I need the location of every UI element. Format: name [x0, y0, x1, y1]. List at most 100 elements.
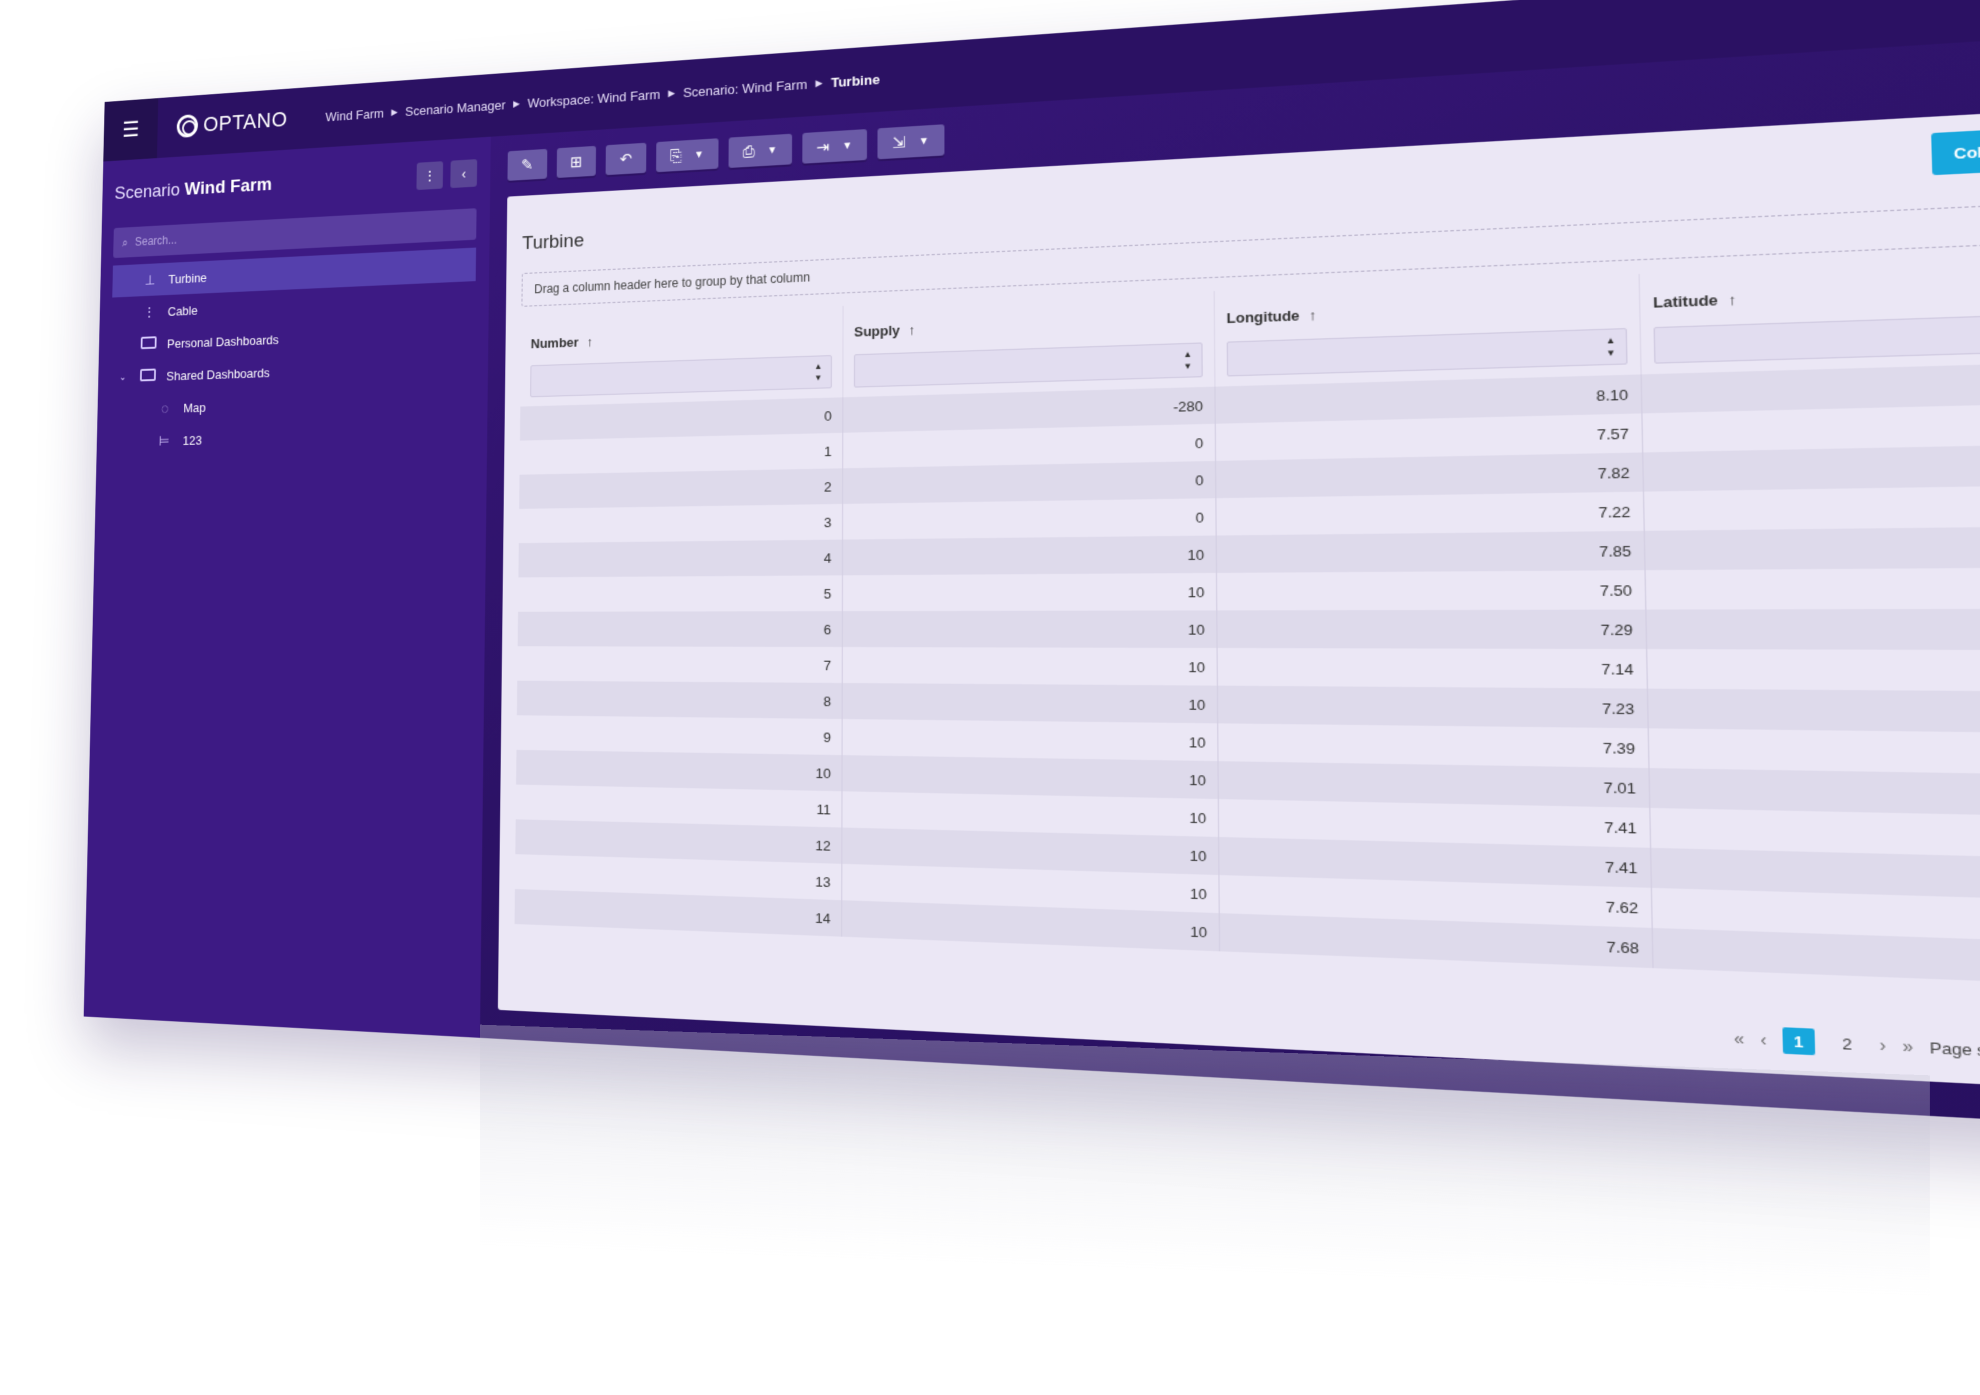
table-cell[interactable]: 55.49: [1648, 689, 1980, 734]
sidebar: Scenario Wind Farm ⋮ ‹ ⌕ ⊥ Turbine: [83, 136, 491, 1038]
move-button[interactable]: ⇥ ▼: [801, 129, 868, 164]
menu-icon[interactable]: ☰: [103, 98, 159, 162]
table-cell[interactable]: 10: [842, 610, 1218, 648]
import-icon: ⎘: [669, 147, 682, 165]
spinner-icon[interactable]: ▲ ▼: [1606, 334, 1616, 359]
collapse-sidebar-icon[interactable]: ‹: [450, 159, 478, 189]
filter-input[interactable]: ▲▼: [853, 342, 1203, 388]
table-cell[interactable]: 55.20: [1646, 567, 1980, 610]
chevron-right-icon: ▶: [668, 87, 676, 98]
breadcrumb-current: Turbine: [830, 71, 880, 90]
edit-icon: ✎: [520, 156, 534, 175]
cable-icon: ⋮: [143, 303, 156, 320]
tree-item-label: Shared Dashboards: [166, 364, 270, 383]
stage: ☰ OPTANO Wind Farm ▶ Scenario Manager ▶ …: [0, 0, 1980, 1395]
page-button[interactable]: 1: [1782, 1027, 1815, 1056]
prev-page-icon[interactable]: ‹: [1760, 1030, 1767, 1050]
tree-item-label: Cable: [167, 302, 198, 319]
undo-button[interactable]: ↶: [605, 142, 647, 176]
export-icon: ⎙: [742, 142, 755, 161]
logo-icon: [176, 114, 199, 139]
sidebar-header: Scenario Wind Farm ⋮ ‹: [114, 151, 478, 215]
map-loader-icon: ◌: [160, 400, 169, 416]
turbine-icon: ⊥: [144, 271, 156, 288]
table-cell[interactable]: 7.50: [1217, 570, 1647, 611]
filter-input[interactable]: ▲▼: [1226, 327, 1628, 377]
table-row[interactable]: 6107.2955.16: [517, 608, 1980, 651]
next-page-icon[interactable]: ›: [1879, 1035, 1886, 1055]
column-header-latitude[interactable]: Latitude ↑ ▲▼: [1640, 254, 1980, 374]
breadcrumb-item[interactable]: Scenario Manager: [405, 97, 505, 118]
last-page-icon[interactable]: »: [1902, 1036, 1913, 1056]
undo-icon: ↶: [619, 150, 633, 169]
table-cell[interactable]: 0: [843, 498, 1217, 540]
table-cell[interactable]: 7.23: [1217, 685, 1649, 729]
spinner-icon[interactable]: ▲ ▼: [1183, 348, 1192, 372]
grid-body: 0-2808.1055.55107.5755.62207.8255.23307.…: [514, 360, 1980, 988]
table-cell[interactable]: 0: [843, 460, 1217, 504]
sign-in-button[interactable]: ⇲ ▼: [877, 124, 944, 160]
filter-input[interactable]: ▲▼: [530, 355, 832, 398]
table-cell[interactable]: 10: [842, 647, 1218, 686]
logo: OPTANO: [176, 107, 288, 139]
page-button[interactable]: 2: [1830, 1029, 1863, 1057]
chevron-down-icon[interactable]: ⌄: [119, 372, 130, 383]
table-cell[interactable]: 10: [842, 572, 1218, 612]
spinner-icon[interactable]: ▲ ▼: [814, 361, 822, 384]
tree-item-label: Turbine: [168, 269, 208, 287]
table-cell[interactable]: 7.22: [1216, 491, 1645, 536]
sidebar-title-prefix: Scenario: [114, 180, 181, 204]
chevron-down-icon: ▼: [693, 148, 705, 161]
chevron-down-icon: ▼: [841, 139, 853, 152]
table-cell[interactable]: 7.14: [1217, 647, 1649, 689]
table-cell[interactable]: 9: [516, 715, 843, 756]
table-cell[interactable]: 4: [518, 539, 844, 578]
table-cell[interactable]: 7.29: [1217, 609, 1648, 650]
table-cell[interactable]: 7: [517, 646, 843, 683]
folder-icon: [140, 336, 157, 350]
column-label: Longitude: [1226, 307, 1300, 327]
data-grid: Number ↑ ▲ ▼ Supply ↑ ▲ ▼ Longitude ↑ ▲ ▼ La: [514, 254, 1980, 988]
tree: ⊥ Turbine ⋮ Cable Personal Dashboards ⌄ …: [109, 247, 477, 459]
chevron-right-icon: ▶: [513, 97, 520, 109]
table-cell[interactable]: 10: [842, 682, 1219, 724]
add-row-button[interactable]: ⊞: [556, 145, 597, 179]
table-cell[interactable]: 7.85: [1216, 530, 1646, 573]
table-cell[interactable]: 7.82: [1216, 452, 1645, 499]
edit-button[interactable]: ✎: [507, 148, 547, 181]
hierarchy-icon: ⊨: [158, 432, 170, 448]
search-icon: ⌕: [122, 235, 129, 249]
table-cell[interactable]: 5: [518, 575, 843, 612]
breadcrumb-item[interactable]: Scenario: Wind Farm: [683, 76, 807, 100]
column-header-supply[interactable]: Supply ↑ ▲ ▼: [843, 290, 1216, 398]
app-window: ☰ OPTANO Wind Farm ▶ Scenario Manager ▶ …: [83, 0, 1980, 1132]
search-input[interactable]: [134, 219, 425, 249]
column-header-number[interactable]: Number ↑ ▲ ▼: [520, 305, 844, 407]
more-vertical-icon[interactable]: ⋮: [416, 161, 444, 191]
breadcrumb-item[interactable]: Wind Farm: [325, 105, 384, 123]
sidebar-title: Scenario Wind Farm: [114, 175, 272, 205]
sort-ascending-icon: ↑: [586, 333, 593, 350]
folder-icon: [139, 368, 156, 382]
breadcrumb-item[interactable]: Workspace: Wind Farm: [527, 86, 660, 110]
table-cell[interactable]: 10: [842, 535, 1218, 576]
content: ✎ ⊞ ↶ ⎘▼ ⎙▼ ⇥▼ ⇲▼ Column Chooser Turbine…: [480, 28, 1980, 1131]
table-cell[interactable]: 6: [517, 611, 843, 648]
column-chooser-button[interactable]: Column Chooser: [1931, 122, 1980, 176]
filter-input[interactable]: ▲▼: [1653, 311, 1980, 364]
table-cell[interactable]: 55.26: [1647, 649, 1980, 692]
chevron-right-icon: ▶: [815, 77, 823, 88]
table-cell[interactable]: 55.39: [1644, 484, 1980, 531]
table-cell[interactable]: 8: [516, 680, 843, 720]
table-cell[interactable]: 10: [842, 719, 1219, 762]
table-cell[interactable]: 55.33: [1653, 928, 1980, 988]
export-button[interactable]: ⎙ ▼: [728, 133, 792, 169]
table-cell[interactable]: 55.12: [1645, 526, 1980, 571]
first-page-icon[interactable]: «: [1734, 1029, 1745, 1049]
table-cell[interactable]: 2: [519, 468, 844, 509]
import-button[interactable]: ⎘ ▼: [655, 138, 719, 173]
column-header-longitude[interactable]: Longitude ↑ ▲ ▼: [1214, 273, 1642, 387]
pager: « ‹ 1 2 › » Page size: 20 ▼: [1734, 1021, 1980, 1075]
table-cell[interactable]: 55.16: [1646, 609, 1980, 651]
table-cell[interactable]: 3: [518, 503, 844, 544]
